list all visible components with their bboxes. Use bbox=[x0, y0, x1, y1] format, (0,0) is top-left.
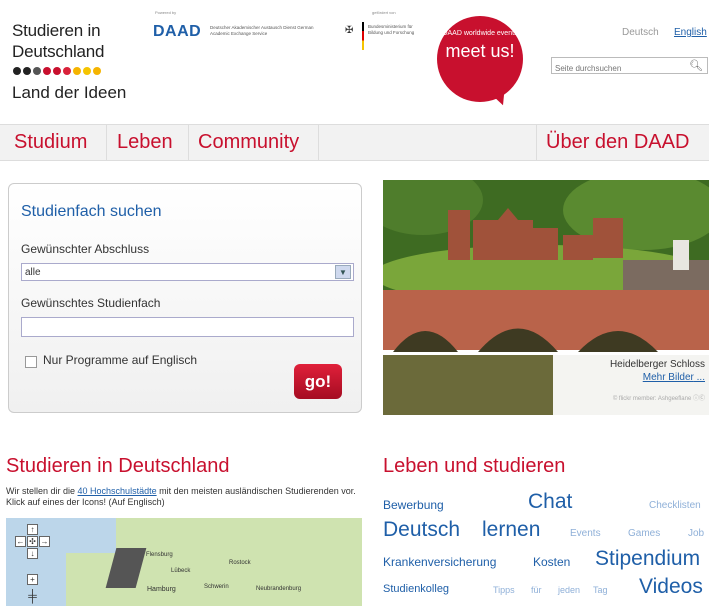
tag-bewerbung[interactable]: Bewerbung bbox=[383, 498, 444, 512]
tag-krankenversicherung[interactable]: Krankenversicherung bbox=[383, 555, 496, 569]
english-only-checkbox[interactable] bbox=[25, 356, 37, 368]
studieren-title: Studieren in Deutschland bbox=[6, 455, 230, 477]
logo-dot bbox=[33, 67, 41, 75]
tag-tag[interactable]: Tag bbox=[593, 585, 608, 595]
english-only-label: Nur Programme auf Englisch bbox=[43, 353, 198, 367]
nav-separator bbox=[188, 125, 189, 160]
map-city-hamburg[interactable]: Hamburg bbox=[147, 586, 176, 593]
main-nav: Studium Leben Community Über den DAAD bbox=[0, 124, 709, 161]
nav-separator bbox=[106, 125, 107, 160]
study-search-title: Studienfach suchen bbox=[21, 203, 162, 220]
bmbf-text: Bundesministerium für Bildung und Forsch… bbox=[368, 24, 415, 35]
lang-deutsch-link[interactable]: Deutsch bbox=[622, 27, 659, 38]
supported-by-label: gefördert von bbox=[372, 10, 396, 15]
nav-separator bbox=[536, 125, 537, 160]
eagle-icon: ✠ bbox=[345, 25, 354, 36]
subject-input[interactable] bbox=[21, 317, 354, 337]
german-flag-bar bbox=[362, 22, 364, 50]
logo-line-2: Deutschland bbox=[12, 42, 105, 61]
tag-deutsch[interactable]: Deutsch bbox=[383, 518, 460, 542]
meet-us-big: meet us! bbox=[445, 41, 515, 61]
heidelberg-photo[interactable]: Heidelberger Schloss Mehr Bilder ... © f… bbox=[383, 180, 709, 415]
map-city-luebeck[interactable]: Lübeck bbox=[171, 568, 190, 574]
map-pan-down-icon[interactable]: ↓ bbox=[27, 548, 38, 559]
logo-dot bbox=[23, 67, 31, 75]
map-pan-right-icon[interactable]: → bbox=[39, 536, 50, 547]
site-logo[interactable]: Studieren in Deutschland Land der Ideen bbox=[12, 20, 142, 103]
powered-by-label: Powered by bbox=[155, 10, 177, 15]
cc-icon[interactable]: Ⓒ bbox=[699, 396, 705, 402]
tag-stipendium[interactable]: Stipendium bbox=[595, 547, 700, 571]
hochschulstaedte-link[interactable]: 40 Hochschulstädte bbox=[78, 486, 157, 496]
meet-us-small: DAAD worldwide events bbox=[442, 30, 518, 37]
nav-item-ueber-den-daad[interactable]: Über den DAAD bbox=[546, 131, 689, 154]
photo-credit: © flickr member: Ashgeeflane ⓘⒸ bbox=[553, 393, 705, 402]
lang-english-link[interactable]: English bbox=[674, 27, 707, 38]
photo-caption-box: Heidelberger Schloss Mehr Bilder ... © f… bbox=[553, 354, 709, 415]
search-icon[interactable]: 🔍︎ bbox=[689, 59, 703, 72]
tag-games[interactable]: Games bbox=[628, 528, 660, 539]
study-search-panel: Studienfach suchen Gewünschter Abschluss… bbox=[8, 183, 362, 413]
city-map[interactable]: ↑ ← ✣ → ↓ + ╪ Flensburg Lübeck Rostock H… bbox=[6, 518, 362, 606]
logo-dot bbox=[13, 67, 21, 75]
subject-label: Gewünschtes Studienfach bbox=[21, 296, 161, 310]
map-city-rostock[interactable]: Rostock bbox=[229, 560, 251, 566]
photo-caption: Heidelberger Schloss bbox=[609, 359, 705, 370]
daad-text: Deutscher Akademischer Austausch Dienst … bbox=[210, 25, 314, 36]
leben-title: Leben und studieren bbox=[383, 455, 566, 477]
chevron-down-icon[interactable]: ▼ bbox=[335, 265, 351, 279]
meet-us-badge[interactable]: DAAD worldwide events meet us! bbox=[437, 16, 523, 102]
go-button[interactable]: go! bbox=[294, 364, 342, 399]
tag-job[interactable]: Job bbox=[688, 528, 704, 539]
site-search: 🔍︎ bbox=[551, 57, 708, 76]
degree-select[interactable]: alle bbox=[21, 263, 354, 281]
site-search-input[interactable] bbox=[552, 61, 682, 76]
studieren-intro: Wir stellen dir die 40 Hochschulstädte m… bbox=[6, 486, 356, 508]
more-images-link[interactable]: Mehr Bilder ... bbox=[553, 372, 705, 383]
tag-events[interactable]: Events bbox=[570, 528, 601, 539]
photo-credit-text: © flickr member: Ashgeeflane bbox=[612, 396, 692, 402]
map-city-neubrandenburg[interactable]: Neubrandenburg bbox=[256, 586, 301, 592]
map-center-icon[interactable]: ✣ bbox=[27, 536, 38, 547]
tag-fuer[interactable]: für bbox=[531, 585, 542, 595]
map-pan-up-icon[interactable]: ↑ bbox=[27, 524, 38, 535]
logo-line-1: Studieren in bbox=[12, 21, 101, 40]
nav-item-community[interactable]: Community bbox=[198, 131, 299, 154]
map-city-schwerin[interactable]: Schwerin bbox=[204, 584, 229, 590]
map-zoom-in-icon[interactable]: + bbox=[27, 574, 38, 585]
tag-videos[interactable]: Videos bbox=[639, 575, 703, 599]
tag-jeden[interactable]: jeden bbox=[558, 585, 580, 595]
nav-item-studium[interactable]: Studium bbox=[14, 131, 87, 154]
nav-item-leben[interactable]: Leben bbox=[117, 131, 173, 154]
ellipsis: ... bbox=[693, 372, 705, 383]
logo-dot bbox=[83, 67, 91, 75]
logo-dot bbox=[93, 67, 101, 75]
daad-logo[interactable]: DAAD bbox=[153, 23, 201, 41]
degree-label: Gewünschter Abschluss bbox=[21, 242, 150, 256]
map-pan-left-icon[interactable]: ← bbox=[15, 536, 26, 547]
more-images-label: Mehr Bilder bbox=[642, 372, 694, 383]
logo-dots bbox=[13, 67, 142, 77]
tag-studienkolleg[interactable]: Studienkolleg bbox=[383, 583, 449, 595]
nav-separator bbox=[318, 125, 319, 160]
logo-line-3: Land der Ideen bbox=[12, 83, 127, 102]
logo-dot bbox=[63, 67, 71, 75]
logo-dot bbox=[53, 67, 61, 75]
intro-text-before: Wir stellen dir die bbox=[6, 486, 78, 496]
tag-lernen[interactable]: lernen bbox=[482, 518, 540, 542]
logo-dot bbox=[73, 67, 81, 75]
map-city-flensburg[interactable]: Flensburg bbox=[146, 552, 173, 558]
tag-checklisten[interactable]: Checklisten bbox=[649, 500, 701, 511]
map-zoom-slider-icon[interactable]: ╪ bbox=[27, 590, 38, 603]
tag-tipps[interactable]: Tipps bbox=[493, 585, 515, 595]
logo-dot bbox=[43, 67, 51, 75]
tag-kosten[interactable]: Kosten bbox=[533, 555, 570, 569]
tag-chat[interactable]: Chat bbox=[528, 490, 572, 514]
